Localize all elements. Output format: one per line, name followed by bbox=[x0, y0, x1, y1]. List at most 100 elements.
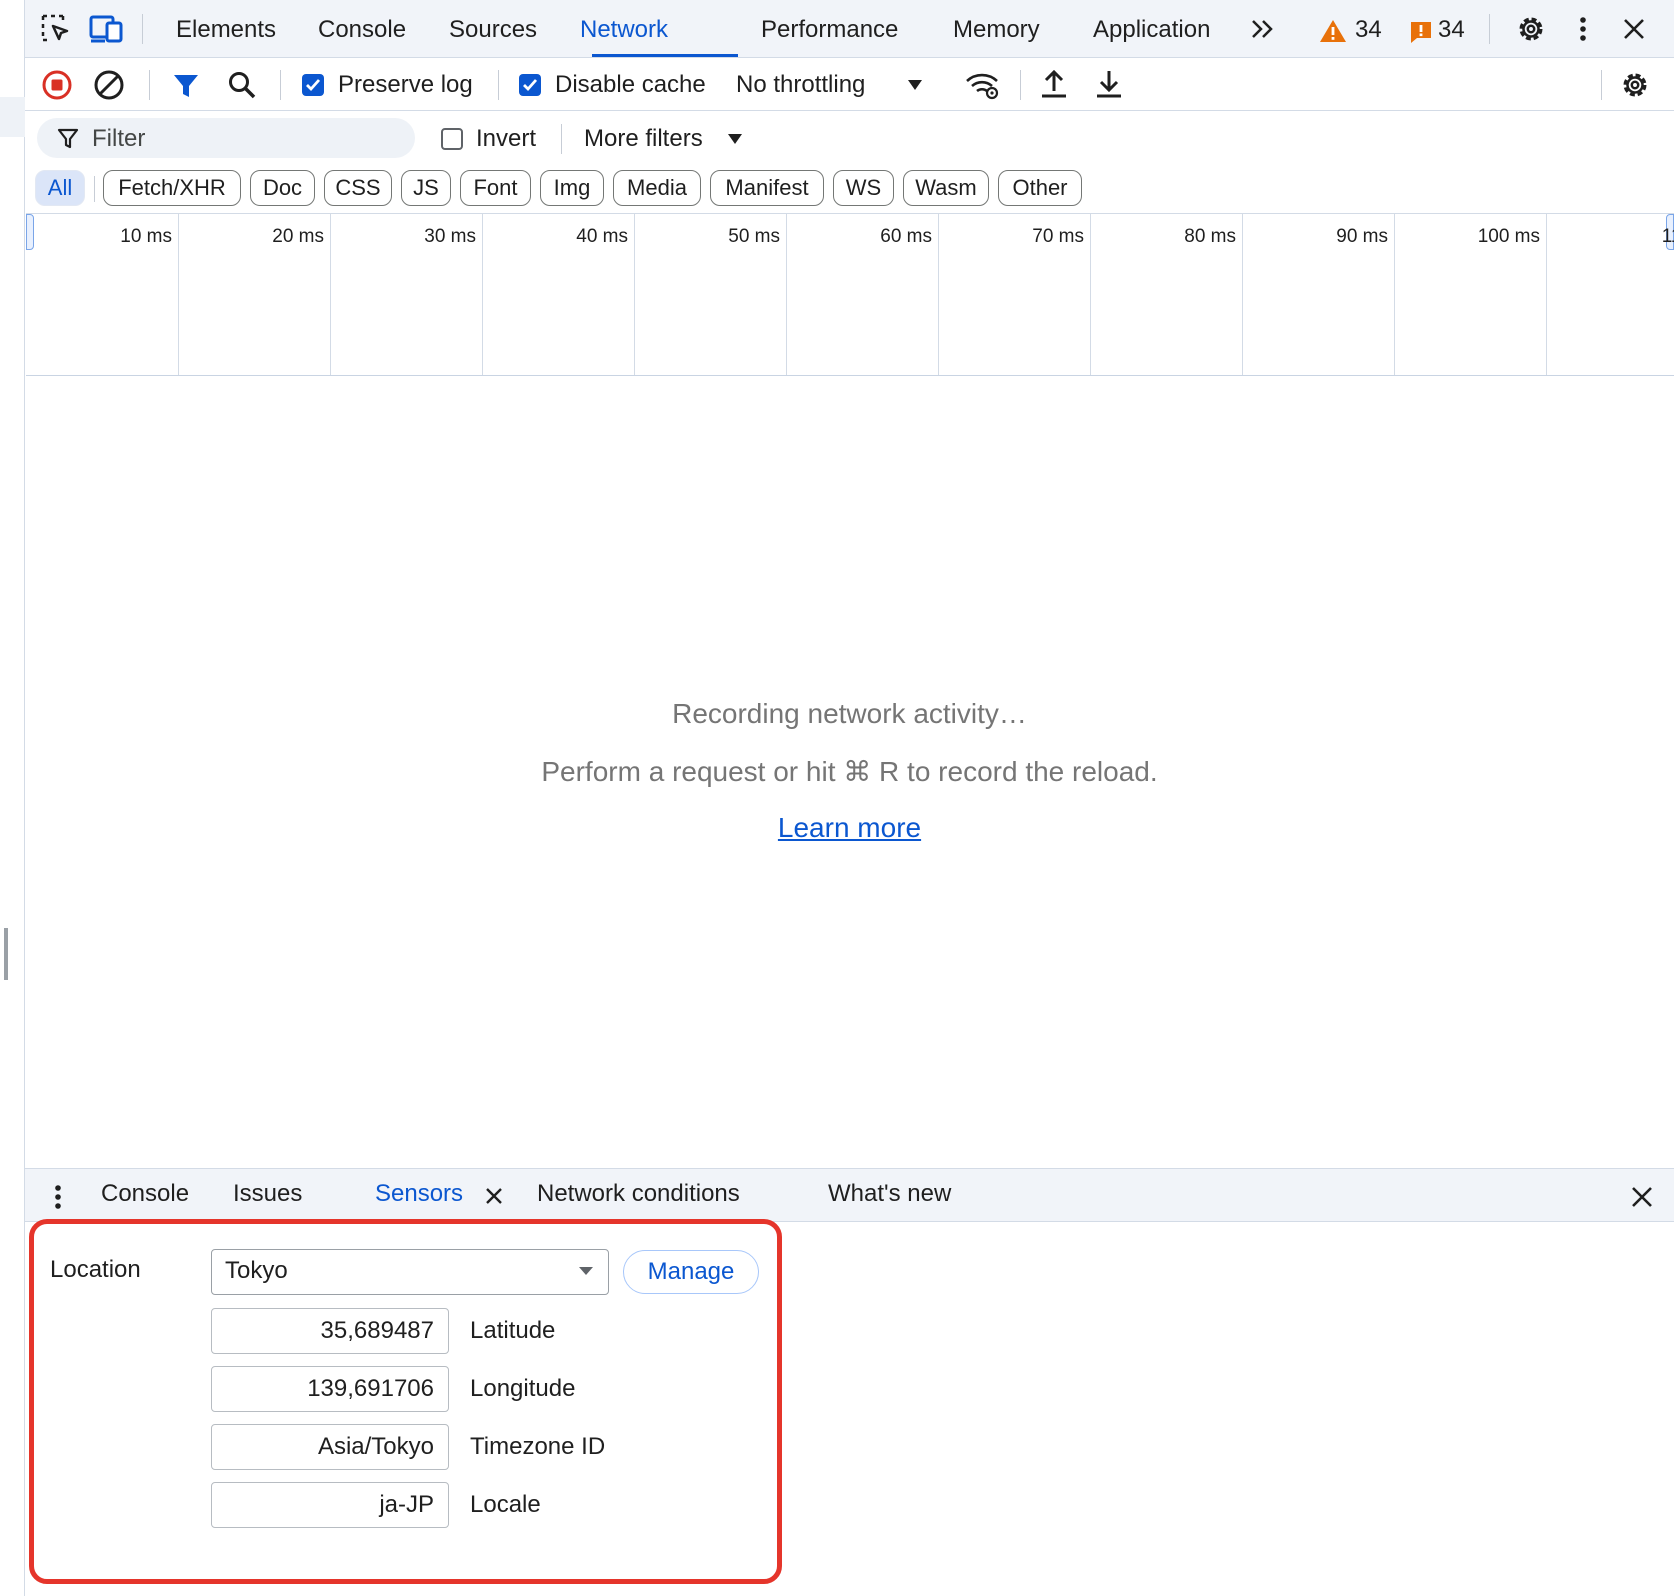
inspect-element-icon[interactable] bbox=[39, 12, 73, 46]
kebab-menu-icon[interactable] bbox=[1571, 12, 1595, 46]
drawer-tab-sensors[interactable]: Sensors bbox=[375, 1180, 463, 1208]
gutter-selection bbox=[0, 97, 25, 137]
type-filter-manifest[interactable]: Manifest bbox=[710, 170, 824, 206]
timeline-gridline bbox=[786, 214, 787, 375]
type-filter-css[interactable]: CSS bbox=[324, 170, 392, 206]
timeline-gridline bbox=[1090, 214, 1091, 375]
location-label: Location bbox=[50, 1256, 141, 1283]
type-filter-img[interactable]: Img bbox=[540, 170, 604, 206]
separator bbox=[94, 176, 95, 202]
type-filter-js[interactable]: JS bbox=[401, 170, 451, 206]
disable-cache-checkbox[interactable] bbox=[519, 74, 541, 96]
filter-funnel-outline-icon bbox=[54, 126, 82, 152]
drawer-resize-handle[interactable] bbox=[4, 928, 8, 980]
network-toolbar: Preserve log Disable cache No throttling bbox=[25, 58, 1674, 111]
timeline-gridline bbox=[482, 214, 483, 375]
separator bbox=[142, 14, 143, 44]
tab-performance[interactable]: Performance bbox=[761, 0, 898, 57]
settings-gear-icon[interactable] bbox=[1514, 12, 1548, 46]
stop-recording-icon[interactable] bbox=[40, 68, 74, 102]
errors-count[interactable]: 34 bbox=[1438, 16, 1465, 44]
preserve-log-checkbox[interactable] bbox=[302, 74, 324, 96]
separator bbox=[561, 124, 562, 154]
search-icon[interactable] bbox=[225, 68, 259, 102]
export-har-download-icon[interactable] bbox=[1092, 66, 1126, 102]
tab-sources[interactable]: Sources bbox=[449, 0, 537, 57]
location-dropdown-arrow-icon[interactable] bbox=[577, 1264, 595, 1278]
separator bbox=[149, 70, 150, 100]
drawer-menu-kebab-icon[interactable] bbox=[48, 1180, 68, 1214]
type-filter-doc[interactable]: Doc bbox=[250, 170, 315, 206]
filter-funnel-icon[interactable] bbox=[170, 70, 202, 102]
throttling-select[interactable]: No throttling bbox=[736, 71, 865, 99]
tab-elements[interactable]: Elements bbox=[176, 0, 276, 57]
network-overview-timeline[interactable]: 10 ms 20 ms 30 ms 40 ms 50 ms 60 ms 70 ms 80 ms… bbox=[26, 213, 1674, 376]
longitude-input[interactable]: 139,691706 bbox=[211, 1366, 449, 1412]
timeline-gridline bbox=[634, 214, 635, 375]
separator bbox=[1020, 70, 1021, 100]
latitude-input[interactable]: 35,689487 bbox=[211, 1308, 449, 1354]
timezone-id-input[interactable]: Asia/Tokyo bbox=[211, 1424, 449, 1470]
warnings-count[interactable]: 34 bbox=[1355, 16, 1382, 44]
type-filter-all[interactable]: All bbox=[35, 170, 85, 206]
device-toolbar-icon[interactable] bbox=[88, 12, 126, 46]
type-filter-font[interactable]: Font bbox=[460, 170, 531, 206]
disable-cache-label[interactable]: Disable cache bbox=[555, 71, 706, 99]
timeline-tick-label: 40 ms bbox=[576, 226, 628, 247]
tab-console[interactable]: Console bbox=[318, 0, 406, 57]
type-filter-other[interactable]: Other bbox=[998, 170, 1082, 206]
timeline-left-range-handle[interactable] bbox=[26, 214, 34, 250]
type-filter-ws[interactable]: WS bbox=[833, 170, 894, 206]
network-settings-gear-icon[interactable] bbox=[1618, 68, 1652, 102]
separator bbox=[1601, 70, 1602, 100]
more-filters-dropdown-icon[interactable] bbox=[726, 131, 744, 147]
more-tabs-chevron-icon[interactable] bbox=[1247, 14, 1279, 44]
drawer-tab-issues[interactable]: Issues bbox=[233, 1180, 302, 1208]
timeline-gridline bbox=[330, 214, 331, 375]
location-select-value[interactable]: Tokyo bbox=[225, 1257, 288, 1285]
timeline-gridline bbox=[1394, 214, 1395, 375]
drawer-tab-network-conditions[interactable]: Network conditions bbox=[537, 1180, 740, 1208]
timeline-tick-label: 30 ms bbox=[424, 226, 476, 247]
tab-memory[interactable]: Memory bbox=[953, 0, 1040, 57]
invert-label[interactable]: Invert bbox=[476, 125, 536, 153]
drawer-tab-whats-new[interactable]: What's new bbox=[828, 1180, 951, 1208]
type-filter-fetch-xhr[interactable]: Fetch/XHR bbox=[103, 170, 241, 206]
close-sensors-tab-icon[interactable] bbox=[483, 1185, 505, 1207]
clear-icon[interactable] bbox=[92, 68, 126, 102]
issues-icon[interactable] bbox=[1408, 19, 1434, 45]
import-har-upload-icon[interactable] bbox=[1037, 66, 1071, 102]
manage-locations-button[interactable]: Manage bbox=[623, 1250, 759, 1294]
throttling-dropdown-arrow-icon[interactable] bbox=[905, 76, 925, 94]
timeline-tick-label: 80 ms bbox=[1184, 226, 1236, 247]
timeline-gridline bbox=[178, 214, 179, 375]
close-drawer-icon[interactable] bbox=[1627, 1182, 1657, 1212]
close-devtools-icon[interactable] bbox=[1619, 14, 1649, 44]
network-conditions-wifi-icon[interactable] bbox=[963, 68, 1003, 102]
tab-application[interactable]: Application bbox=[1093, 0, 1210, 57]
locale-label: Locale bbox=[470, 1491, 541, 1518]
latitude-label: Latitude bbox=[470, 1317, 556, 1344]
timeline-tick-label: 20 ms bbox=[272, 226, 324, 247]
timeline-tick-label: 50 ms bbox=[728, 226, 780, 247]
invert-checkbox[interactable] bbox=[441, 128, 463, 150]
more-filters-button[interactable]: More filters bbox=[584, 125, 703, 153]
learn-more-container: Learn more bbox=[25, 812, 1674, 844]
type-filter-media[interactable]: Media bbox=[613, 170, 701, 206]
locale-input[interactable]: ja-JP bbox=[211, 1482, 449, 1528]
main-tab-bar: Elements Console Sources Network Perform… bbox=[25, 0, 1674, 58]
timeline-gridline bbox=[1242, 214, 1243, 375]
timezone-id-label: Timezone ID bbox=[470, 1433, 606, 1460]
type-filter-wasm[interactable]: Wasm bbox=[903, 170, 989, 206]
warning-icon[interactable] bbox=[1319, 18, 1347, 44]
preserve-log-label[interactable]: Preserve log bbox=[338, 71, 473, 99]
timeline-tick-label: 100 ms bbox=[1477, 226, 1540, 247]
tab-network[interactable]: Network bbox=[580, 0, 668, 57]
timeline-gridline bbox=[938, 214, 939, 375]
timeline-tick-label: 90 ms bbox=[1336, 226, 1388, 247]
active-tab-indicator bbox=[592, 54, 738, 57]
separator bbox=[498, 70, 499, 100]
filter-placeholder[interactable]: Filter bbox=[92, 125, 145, 153]
learn-more-link[interactable]: Learn more bbox=[778, 812, 921, 843]
drawer-tab-console[interactable]: Console bbox=[101, 1180, 189, 1208]
